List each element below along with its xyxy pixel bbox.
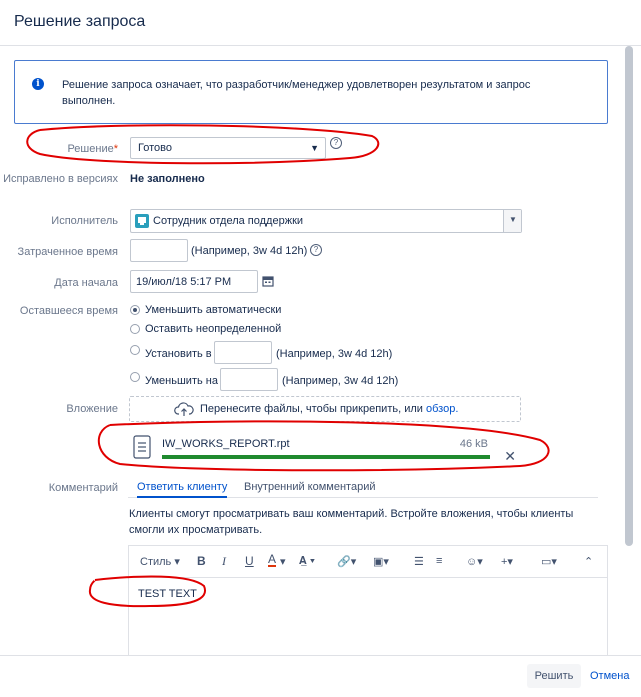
chevron-down-icon[interactable]: ▾ — [280, 555, 286, 568]
underline-icon[interactable]: U — [245, 554, 254, 568]
assignee-dropdown-button[interactable]: ▼ — [503, 210, 521, 232]
start-date-input[interactable]: 19/июл/18 5:17 PM — [130, 270, 258, 293]
scrollbar[interactable] — [625, 46, 633, 546]
resolution-label-text: Решение — [67, 143, 114, 155]
radio-leave-label: Оставить неопределенной — [145, 323, 282, 335]
macro-icon[interactable]: ▭▾ — [541, 555, 557, 568]
style-dropdown[interactable]: Стиль ▾ — [140, 555, 180, 568]
chevron-down-icon: ▼ — [310, 143, 319, 153]
set-to-input[interactable] — [214, 341, 272, 364]
dropzone-text: Перенесите файлы, чтобы прикрепить, или … — [200, 403, 458, 415]
info-message: i Решение запроса означает, что разработ… — [14, 60, 608, 124]
more-formatting-icon[interactable]: 𝐀̲ ▾ — [299, 555, 315, 568]
emoji-icon[interactable]: ☺▾ — [466, 555, 483, 568]
set-to-hint: (Например, 3w 4d 12h) — [276, 348, 393, 360]
radio-set[interactable] — [130, 345, 140, 355]
upload-progress-bar — [162, 455, 490, 459]
reduce-by-hint: (Например, 3w 4d 12h) — [282, 375, 399, 387]
comment-tabs: Ответить клиенту Внутренний комментарий — [128, 478, 598, 498]
attachment-dropzone[interactable]: Перенесите файлы, чтобы прикрепить, или … — [129, 396, 521, 422]
italic-icon[interactable]: I — [222, 554, 226, 569]
cancel-button[interactable]: Отмена — [590, 670, 629, 682]
dialog-title: Решение запроса — [14, 13, 146, 30]
comment-editor[interactable]: Стиль ▾ B I U A ▾ 𝐀̲ ▾ 🔗▾ ▣▾ ☰ ≡ ☺▾ +▾ ▭… — [128, 545, 608, 655]
file-name: IW_WORKS_REPORT.rpt — [162, 438, 290, 450]
assignee-label: Исполнитель — [51, 215, 118, 227]
tab-reply-customer[interactable]: Ответить клиенту — [137, 481, 228, 498]
dropzone-text-label: Перенесите файлы, чтобы прикрепить, или — [200, 403, 426, 415]
calendar-icon[interactable] — [262, 275, 274, 290]
comment-label: Комментарий — [48, 482, 118, 494]
help-icon[interactable]: ? — [310, 244, 322, 256]
browse-link[interactable]: обзор. — [426, 403, 458, 415]
radio-set-label: Установить в — [145, 348, 212, 360]
radio-reduce[interactable] — [130, 372, 140, 382]
assignee-select[interactable]: Сотрудник отдела поддержки ▼ — [130, 209, 522, 233]
editor-toolbar: Стиль ▾ B I U A ▾ 𝐀̲ ▾ 🔗▾ ▣▾ ☰ ≡ ☺▾ +▾ ▭… — [129, 546, 607, 578]
editor-text[interactable]: TEST TEXT — [138, 588, 197, 600]
time-spent-label: Затраченное время — [17, 246, 118, 258]
user-avatar-icon — [135, 214, 149, 228]
fix-versions-label: Исправлено в версиях — [3, 173, 118, 185]
insert-plus-icon[interactable]: +▾ — [501, 555, 513, 568]
help-icon[interactable]: ? — [330, 137, 342, 149]
required-mark: * — [113, 143, 118, 155]
start-date-label: Дата начала — [54, 277, 118, 289]
numbered-list-icon[interactable]: ≡ — [436, 555, 442, 567]
radio-leave[interactable] — [130, 324, 140, 334]
collapse-toolbar-icon[interactable]: ⌃ — [584, 555, 593, 568]
tab-internal-comment[interactable]: Внутренний комментарий — [244, 481, 376, 493]
radio-auto[interactable] — [130, 305, 140, 315]
chevron-down-icon: ▼ — [509, 215, 517, 224]
resolve-dialog: Решение запроса i Решение запроса означа… — [0, 0, 641, 697]
resolution-label: Решение* — [0, 142, 118, 156]
close-icon[interactable]: ✕ — [504, 448, 516, 465]
document-icon — [133, 435, 151, 462]
bullet-list-icon[interactable]: ☰ — [414, 555, 424, 568]
file-size: 46 kB — [459, 438, 488, 450]
start-date-value: 19/июл/18 5:17 PM — [136, 276, 232, 288]
resolve-button[interactable]: Решить — [527, 664, 581, 688]
bold-icon[interactable]: B — [197, 554, 206, 568]
info-text: Решение запроса означает, что разработчи… — [62, 79, 531, 107]
resolution-value: Готово — [138, 142, 172, 154]
assignee-value: Сотрудник отдела поддержки — [153, 215, 304, 227]
info-icon: i — [32, 78, 44, 90]
dialog-footer: Решить Отмена — [0, 655, 641, 697]
upload-cloud-icon — [174, 401, 194, 420]
remaining-label: Оставшееся время — [19, 305, 118, 317]
style-label: Стиль — [140, 556, 172, 568]
time-spent-hint: (Например, 3w 4d 12h) — [191, 245, 308, 257]
link-icon[interactable]: 🔗▾ — [337, 555, 356, 568]
radio-auto-label: Уменьшить автоматически — [145, 304, 282, 316]
resolution-select[interactable]: Готово ▼ — [130, 137, 326, 159]
attachment-label: Вложение — [66, 403, 118, 415]
attached-file: IW_WORKS_REPORT.rpt 46 kB ✕ — [128, 430, 524, 470]
text-color-icon[interactable]: A — [268, 553, 277, 567]
time-spent-input[interactable] — [130, 239, 188, 262]
comment-hint: Клиенты смогут просматривать ваш коммент… — [129, 508, 574, 536]
attachment-icon[interactable]: ▣▾ — [373, 555, 389, 568]
radio-reduce-label: Уменьшить на — [145, 375, 218, 387]
reduce-by-input[interactable] — [220, 368, 278, 391]
dialog-header: Решение запроса — [0, 0, 641, 46]
fix-versions-value: Не заполнено — [130, 173, 205, 185]
